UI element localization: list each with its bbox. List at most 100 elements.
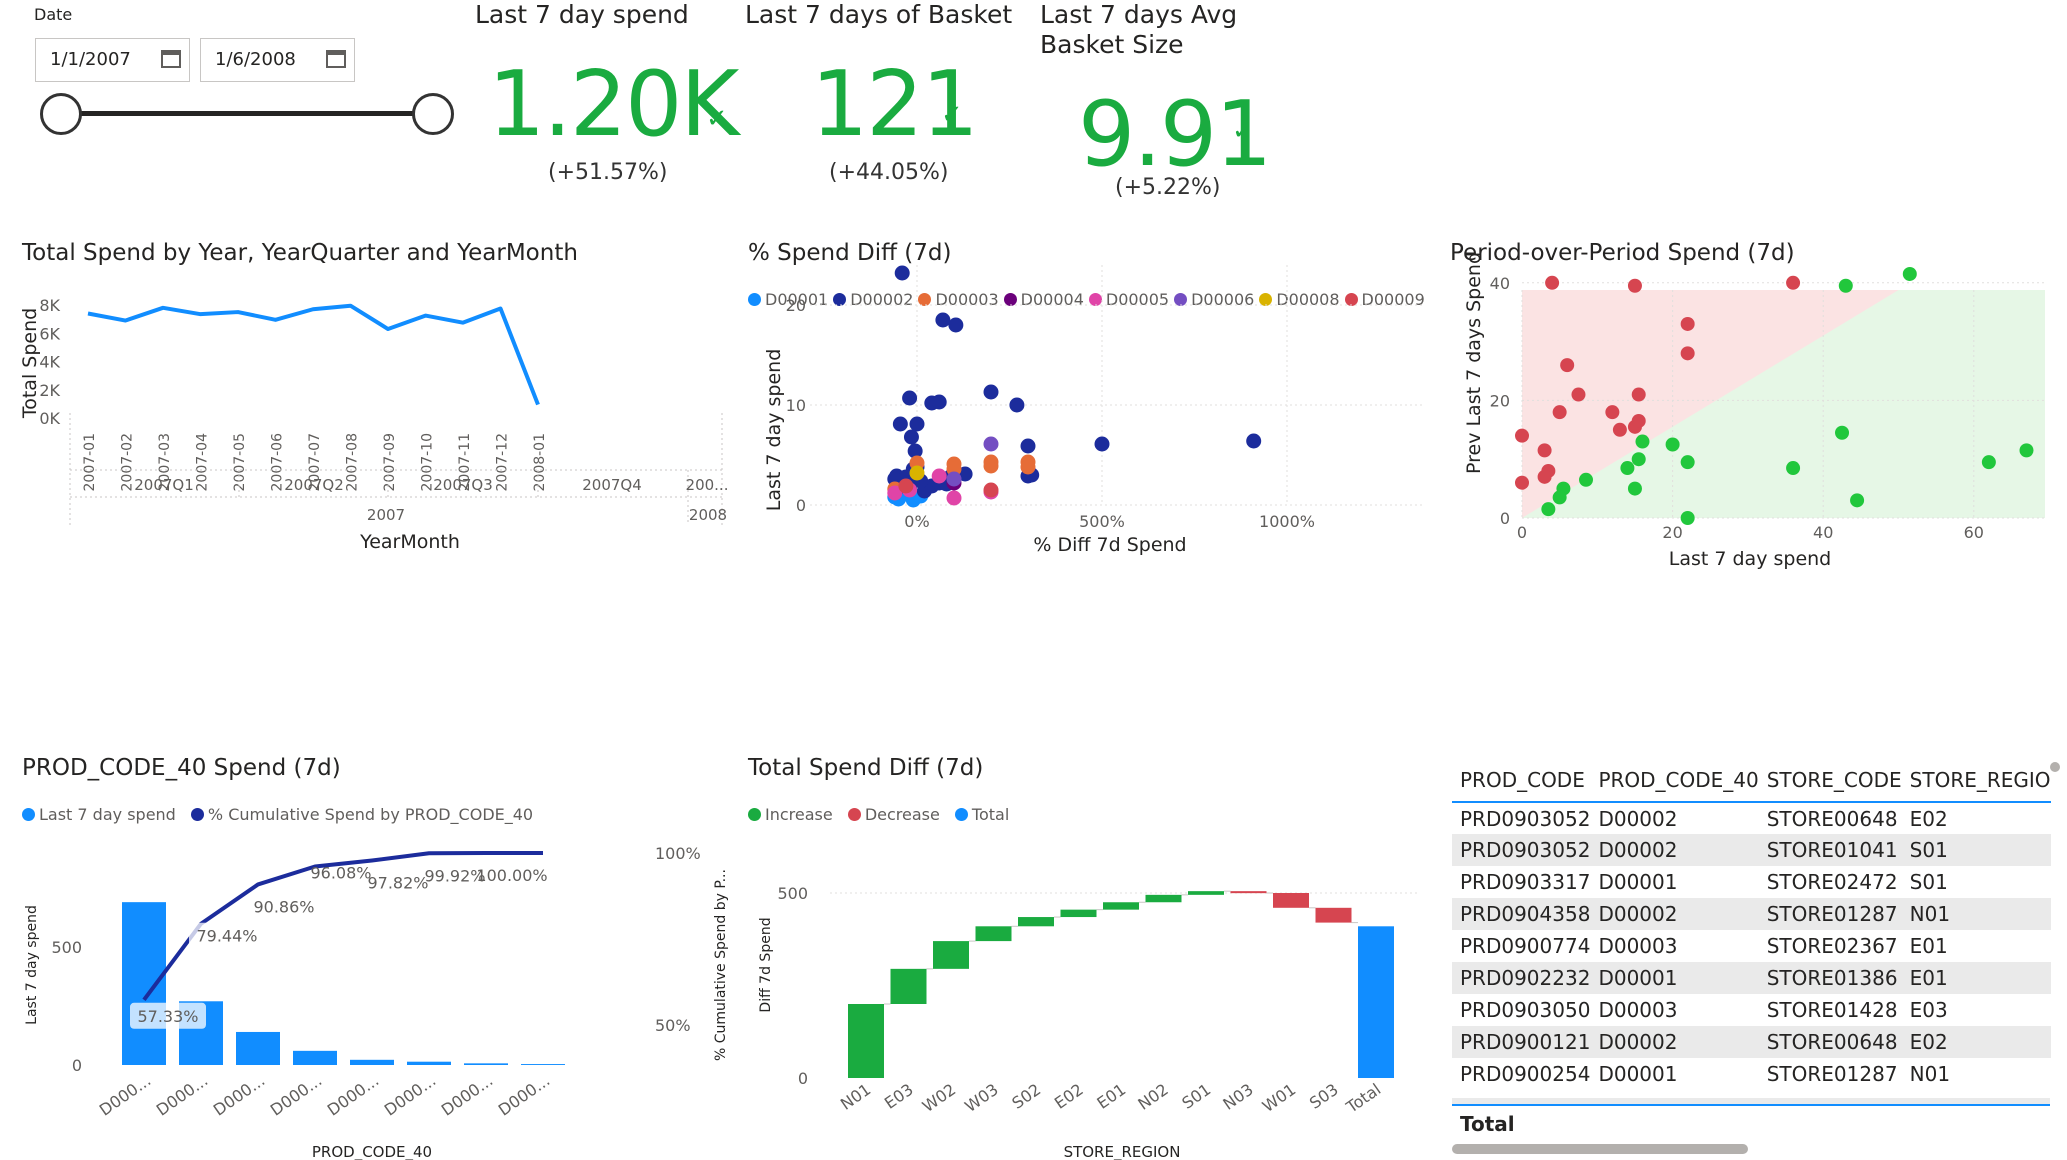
quarter-label: 200... [686,476,729,494]
table-cell: D00001 [1598,870,1678,894]
horizontal-scrollbar[interactable] [1452,1144,1748,1154]
quarter-label: 2007Q2 [284,476,344,494]
x-tick-label: N01 [837,1080,874,1114]
table-cell: E01 [1909,934,1948,958]
y-tick-label: 6K [39,324,60,343]
x-tick-label: W03 [961,1080,1002,1116]
prod-code-chart[interactable]: PROD_CODE_40 Spend (7d) Last 7 day spend… [0,750,730,1160]
table-row[interactable]: PRD0904358 D00002 STORE01287 N01 [1452,898,2051,930]
kpi-card-basket-size: Last 7 days Avg Basket Size 9.91 ✓ (+5.2… [1040,0,1300,210]
column-header[interactable]: PROD_CODE [1452,758,1591,803]
y-tick-label: 0 [1500,509,1510,528]
year-label: 2008 [689,506,727,524]
checkmark-icon: ✓ [1232,116,1254,146]
slider-start-handle[interactable] [40,93,82,135]
waterfall-bar [1018,917,1054,927]
scatter-point [892,416,908,432]
vertical-scroll-indicator[interactable] [2050,762,2060,772]
pop-spend-chart[interactable]: Period-over-Period Spend (7d) 0 20 40 0 20 40… [1430,235,2067,745]
y-tick-label: 0K [39,409,60,428]
cumulative-label: 57.33% [137,1007,198,1026]
slider-track[interactable] [60,111,432,116]
detail-table[interactable]: PROD_CODE PROD_CODE_40 STORE_CODE STORE_… [1452,758,2051,1090]
y-tick-label: 10 [786,396,806,415]
scatter-point [1537,469,1552,484]
scatter-point [1850,493,1865,508]
waterfall-bar [1230,891,1267,894]
table-cell: D00003 [1598,934,1678,958]
table-row[interactable]: PRD0903052 D00002 STORE00648 E02 [1452,802,2051,834]
checkmark-icon: ✓ [706,104,728,134]
calendar-icon[interactable] [161,50,181,68]
table-row[interactable]: PRD0900121 D00002 STORE00648 E02 [1452,1026,2051,1058]
scatter-point [1552,405,1567,420]
kpi-value: 1.20K [488,52,739,157]
scatter-point [1838,278,1853,293]
table-cell: E02 [1901,1026,2051,1058]
table-row[interactable]: PRD0903052 D00002 STORE01041 S01 [1452,834,2051,866]
x-tick-label: S02 [1008,1080,1044,1113]
waterfall-bar [848,1004,884,1078]
kpi-title: Last 7 day spend [475,0,689,29]
column-header[interactable]: STORE_CODE [1758,758,1902,803]
x-tick-label: 2007-02 [120,433,136,492]
table-row[interactable]: PRD0903317 D00001 STORE02472 S01 [1452,866,2051,898]
spend-diff-waterfall[interactable]: Total Spend Diff (7d) Increase Decrease … [730,750,1430,1160]
scatter-point [983,482,999,498]
column-header[interactable]: PROD_CODE_40 [1590,758,1759,803]
scatter-point [1631,452,1646,467]
table-cell: E01 [1901,962,2051,994]
x-tick-label: E03 [881,1080,917,1113]
y2-axis-title: % Cumulative Spend by P... [713,869,729,1061]
table-row[interactable]: PRD0903050 D00003 STORE01428 E03 [1452,994,2051,1026]
column-header[interactable]: STORE_REGIO [1901,758,2051,803]
x-axis-title: PROD_CODE_40 [312,1143,432,1160]
cumulative-label: 79.44% [196,927,257,946]
scatter-point [894,265,910,281]
scatter-point [1579,472,1594,487]
kpi-title-line1: Last 7 days Avg [1040,0,1238,29]
x-axis-title: % Diff 7d Spend [1033,534,1186,556]
x-tick-label: 2008-01 [532,433,548,492]
calendar-icon[interactable] [326,50,346,68]
end-date-input[interactable]: 1/6/2008 [200,38,355,82]
table-total-label: Total [1460,1112,1515,1136]
year-label: 2007 [367,506,405,524]
table-cell: PRD0903050 [1460,998,1591,1022]
scatter-point [931,468,947,484]
start-date-input[interactable]: 1/1/2007 [35,38,190,82]
y-tick-label: 20 [786,296,806,315]
waterfall-bar [890,968,927,1004]
scatter-point [946,490,962,506]
table-row[interactable]: PRD0902232 D00001 STORE01386 E01 [1452,962,2051,994]
pct-spend-diff-chart[interactable]: % Spend Diff (7d) D00001 D00002 D00003 D000… [730,235,1430,735]
start-date-value: 1/1/2007 [50,49,131,70]
x-tick-label: 40 [1813,523,1833,542]
pareto-bar [407,1061,451,1065]
waterfall-bar [933,941,969,969]
scatter-point [1627,481,1642,496]
table-row[interactable]: PRD0900774 D00003 STORE02367 E01 [1452,930,2051,962]
table-cell: STORE00648 [1758,1026,1902,1058]
table-cell: PRD0900774 [1460,934,1591,958]
table-cell: STORE00648 [1766,806,1898,831]
table-cell: D00002 [1590,898,1759,930]
scatter-point [1902,266,1917,281]
total-spend-chart[interactable]: Total Spend by Year, YearQuarter and Yea… [0,235,730,735]
x-tick-label: N02 [1134,1080,1171,1114]
table-cell: D00003 [1598,998,1678,1022]
scatter-point [1246,433,1262,449]
pareto-bar [122,902,166,1065]
x-tick-label: N03 [1219,1080,1256,1114]
table-row[interactable]: PRD0900254 D00001 STORE01287 N01 [1452,1058,2051,1090]
line-chart-svg: 0K 2K 4K 6K 8KTotal Spend 2007-01 2007-02 2007-… [19,296,729,553]
scatter-point [1020,438,1036,454]
table-cell: STORE01386 [1758,962,1902,994]
kpi-card-basket: Last 7 days of Basket 121 ✓ (+44.05%) [745,0,1025,200]
y-tick-label: 8K [39,296,60,315]
x-tick-label: D000... [324,1071,383,1120]
slider-end-handle[interactable] [412,93,454,135]
waterfall-bar [1188,891,1224,895]
scatter-point [1835,425,1850,440]
x-tick-label: 0% [904,512,929,531]
